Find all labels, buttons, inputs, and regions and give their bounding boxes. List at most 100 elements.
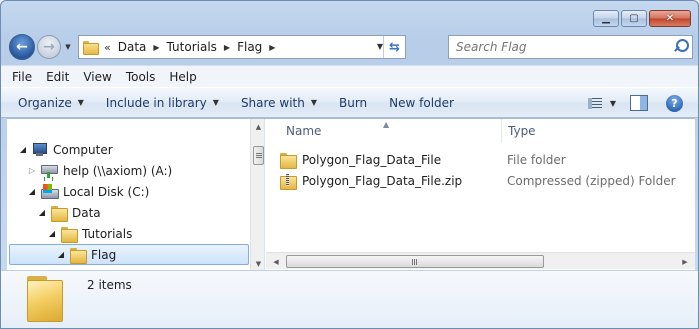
scroll-down-icon[interactable]: ▼: [251, 256, 264, 271]
folder-icon: [61, 226, 78, 243]
tree-item-local-disk[interactable]: ◢ Local Disk (C:): [27, 181, 149, 202]
expand-arrow-icon[interactable]: ◢: [37, 208, 47, 217]
menu-tools[interactable]: Tools: [126, 70, 156, 84]
column-type[interactable]: Type: [502, 119, 695, 143]
zip-folder-icon: [280, 174, 297, 190]
column-header: ▲ Name Type: [266, 119, 695, 143]
breadcrumb-flag[interactable]: Flag: [237, 40, 262, 54]
explorer-window: ▁ ▢ ✕ ← → ▼ « Data ▶ Tutorials ▶ Flag ▶ …: [0, 0, 699, 329]
command-bar: Organize ▼ Include in library ▼ Share with…: [1, 87, 698, 118]
burn-button[interactable]: Burn: [331, 91, 375, 115]
tree-item-label: Computer: [53, 142, 113, 157]
preview-pane-icon[interactable]: [630, 95, 648, 111]
column-type-label: Type: [508, 124, 536, 138]
scroll-thumb[interactable]: [286, 255, 544, 268]
file-list-pane: ▲ Name Type Polygon_Flag_Data_File File …: [266, 119, 695, 271]
item-count: 2 items: [87, 278, 132, 292]
file-row[interactable]: Polygon_Flag_Data_File.zip Compressed (z…: [280, 171, 690, 191]
file-name: Polygon_Flag_Data_File.zip: [302, 174, 463, 188]
back-button[interactable]: ←: [9, 34, 35, 60]
chevron-down-icon: ▼: [77, 98, 84, 107]
scroll-thumb[interactable]: [253, 146, 264, 165]
expand-arrow-icon[interactable]: ◢: [27, 187, 37, 196]
column-name[interactable]: Name: [266, 119, 502, 143]
close-icon: ✕: [665, 13, 675, 24]
local-disk-icon: [41, 184, 59, 199]
minimize-button[interactable]: ▁: [593, 10, 619, 27]
file-row[interactable]: Polygon_Flag_Data_File File folder: [280, 150, 690, 170]
file-name: Polygon_Flag_Data_File: [302, 153, 442, 167]
expand-arrow-icon[interactable]: ◢: [56, 250, 66, 259]
tree-item-label: Flag: [91, 247, 117, 262]
include-in-library-button[interactable]: Include in library ▼: [98, 91, 227, 115]
maximize-icon: ▢: [629, 13, 639, 24]
tree-item-label: Tutorials: [82, 226, 133, 241]
close-button[interactable]: ✕: [649, 10, 691, 27]
scroll-right-icon[interactable]: ▶: [677, 253, 693, 270]
scroll-left-icon[interactable]: ◀: [268, 253, 284, 270]
folder-icon: [83, 41, 99, 55]
search-input[interactable]: [456, 40, 656, 54]
breadcrumb-data[interactable]: Data: [118, 40, 147, 54]
refresh-icon[interactable]: ⇆: [383, 36, 405, 58]
tree-item-tutorials[interactable]: ◢ Tutorials: [47, 223, 132, 244]
forward-arrow-icon: →: [43, 39, 55, 55]
tree-item-label: Data: [72, 205, 101, 220]
details-pane: 2 items: [1, 270, 698, 328]
navigation-pane: ◢ Computer ▷ help (\\axiom) (A:) ◢ Local…: [7, 119, 265, 271]
file-list-scrollbar[interactable]: ◀ ▶: [266, 252, 695, 269]
breadcrumb-arrow-icon[interactable]: ▶: [269, 43, 275, 52]
content-area: ◢ Computer ▷ help (\\axiom) (A:) ◢ Local…: [7, 118, 695, 271]
tree-item-computer[interactable]: ◢ Computer: [18, 139, 113, 160]
computer-icon: [32, 142, 48, 157]
network-drive-icon: [41, 163, 58, 178]
folder-icon: [280, 153, 297, 169]
maximize-button[interactable]: ▢: [621, 10, 647, 27]
grip-icon: [255, 153, 262, 158]
folder-icon: [70, 247, 87, 264]
folder-icon: [51, 205, 68, 222]
chevron-down-icon: ▼: [609, 98, 616, 108]
breadcrumb-overflow[interactable]: «: [104, 41, 111, 54]
chevron-down-icon: ▼: [212, 98, 219, 107]
navigation-scrollbar[interactable]: ▲ ▼: [250, 119, 264, 271]
search-box[interactable]: [448, 35, 693, 59]
include-in-library-label: Include in library: [105, 95, 207, 110]
new-folder-label: New folder: [389, 95, 454, 110]
file-type: Compressed (zipped) Folder: [507, 174, 676, 188]
change-view-button[interactable]: ▼: [583, 92, 621, 114]
chevron-down-icon: ▼: [310, 98, 317, 107]
forward-button[interactable]: →: [37, 35, 61, 59]
organize-button[interactable]: Organize ▼: [10, 91, 92, 115]
back-arrow-icon: ←: [16, 39, 28, 55]
menu-edit[interactable]: Edit: [46, 70, 69, 84]
caption-buttons: ▁ ▢ ✕: [593, 10, 691, 27]
tree-item-help-drive[interactable]: ▷ help (\\axiom) (A:): [27, 160, 172, 181]
burn-label: Burn: [339, 95, 368, 110]
help-icon[interactable]: ?: [666, 94, 683, 112]
breadcrumb-arrow-icon[interactable]: ▶: [224, 43, 230, 52]
tree-item-label: Local Disk (C:): [63, 184, 150, 199]
address-bar[interactable]: « Data ▶ Tutorials ▶ Flag ▶ ▼ ⇆: [78, 35, 406, 59]
organize-label: Organize: [18, 95, 72, 110]
folder-large-icon: [27, 276, 65, 322]
new-folder-button[interactable]: New folder: [381, 91, 462, 115]
menu-file[interactable]: File: [12, 70, 32, 84]
breadcrumb-tutorials[interactable]: Tutorials: [167, 40, 217, 54]
tree-item-data[interactable]: ◢ Data: [37, 202, 101, 223]
tree-item-flag[interactable]: ◢ Flag: [9, 244, 249, 265]
column-name-label: Name: [286, 124, 322, 138]
toolbar-right-group: ▼ ?: [583, 88, 698, 118]
breadcrumb-arrow-icon[interactable]: ▶: [153, 43, 159, 52]
menu-help[interactable]: Help: [169, 70, 196, 84]
view-list-icon: [588, 97, 602, 109]
collapse-arrow-icon[interactable]: ▷: [27, 166, 37, 175]
search-icon[interactable]: [673, 39, 689, 55]
file-type: File folder: [507, 153, 566, 167]
scroll-up-icon[interactable]: ▲: [251, 119, 264, 134]
menu-view[interactable]: View: [83, 70, 111, 84]
share-with-button[interactable]: Share with ▼: [233, 91, 325, 115]
expand-arrow-icon[interactable]: ◢: [47, 229, 57, 238]
recent-pages-dropdown[interactable]: ▼: [62, 43, 74, 51]
expand-arrow-icon[interactable]: ◢: [18, 145, 28, 154]
